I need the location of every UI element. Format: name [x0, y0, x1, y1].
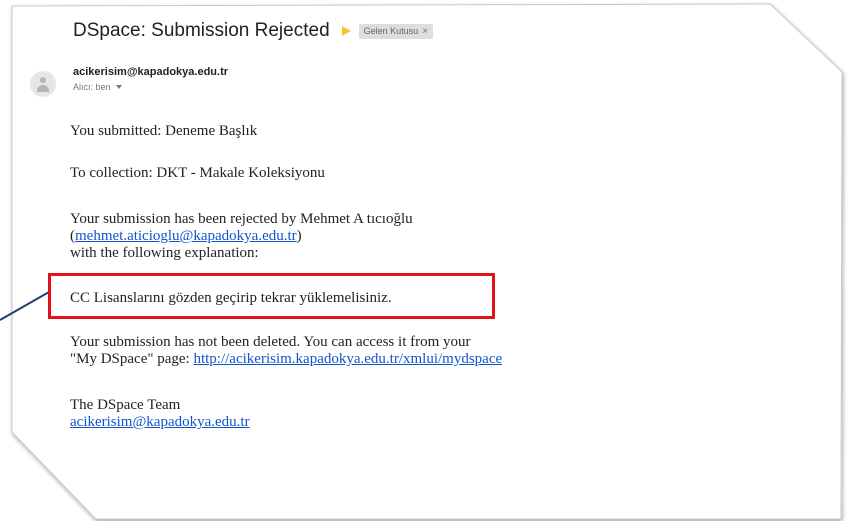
- mydspace-prefix: "My DSpace" page:: [70, 351, 194, 367]
- remove-label-icon[interactable]: ×: [422, 26, 428, 37]
- rejected-by-line: Your submission has been rejected by Meh…: [70, 211, 413, 227]
- importance-marker-icon[interactable]: [341, 26, 351, 36]
- email-header: DSpace: Submission Rejected Gelen Kutusu…: [73, 20, 434, 42]
- reviewer-email-line: (mehmet.aticioglu@kapadokya.edu.tr): [70, 228, 302, 245]
- explanation-intro-line: with the following explanation:: [70, 245, 259, 261]
- signature-email-link[interactable]: acikerisim@kapadokya.edu.tr: [70, 414, 250, 430]
- signature-line: The DSpace Team: [70, 397, 181, 413]
- recipient-text: Alıcı: ben: [73, 82, 111, 92]
- sender-avatar-icon: [30, 71, 56, 97]
- email-screenshot: DSpace: Submission Rejected Gelen Kutusu…: [0, 0, 849, 521]
- mydspace-link[interactable]: http://acikerisim.kapadokya.edu.tr/xmlui…: [193, 351, 502, 367]
- signature-email-link-line: acikerisim@kapadokya.edu.tr: [70, 414, 250, 431]
- email-subject: DSpace: Submission Rejected: [73, 20, 330, 41]
- collection-line: To collection: DKT - Makale Koleksiyonu: [70, 165, 325, 181]
- sender-address: acikerisim@kapadokya.edu.tr: [73, 66, 229, 78]
- reviewer-email-link[interactable]: mehmet.aticioglu@kapadokya.edu.tr: [75, 228, 297, 244]
- submitted-line: You submitted: Deneme Başlık: [70, 123, 258, 139]
- mydspace-line: "My DSpace" page: http://acikerisim.kapa…: [70, 351, 502, 368]
- inbox-label-chip: Gelen Kutusu ×: [358, 23, 434, 39]
- not-deleted-line: Your submission has not been deleted. Yo…: [70, 334, 471, 350]
- reviewer-close-paren: ): [296, 228, 302, 244]
- explanation-highlight-box: [48, 273, 495, 319]
- recipient-details-chevron-down-icon[interactable]: [115, 85, 122, 89]
- recipient-line: Alıcı: ben: [73, 82, 122, 92]
- inbox-label-text: Gelen Kutusu: [363, 26, 419, 36]
